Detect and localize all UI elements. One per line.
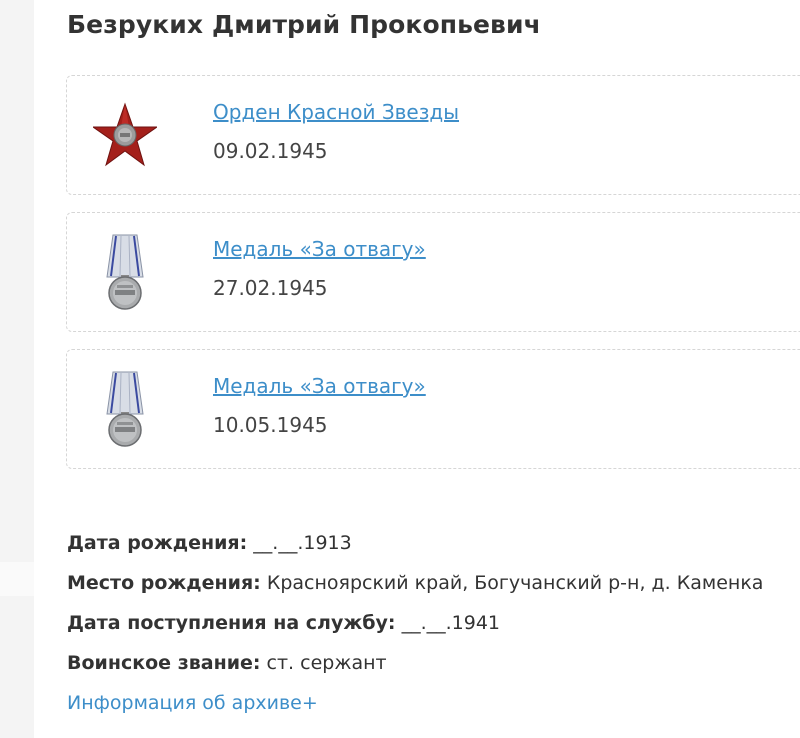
award-link[interactable]: Медаль «За отвагу» <box>213 237 426 261</box>
rank-value: ст. сержант <box>266 652 387 674</box>
person-name-title: Безруких Дмитрий Прокопьевич <box>67 10 541 39</box>
birth-date-value: __.__.1913 <box>253 532 352 554</box>
award-card: Медаль «За отвагу» 27.02.1945 <box>66 212 800 332</box>
red-star-order-icon <box>91 96 159 176</box>
left-sidebar-edge <box>0 0 34 738</box>
bravery-medal-icon <box>93 233 157 313</box>
birth-place-label: Место рождения: <box>67 572 261 594</box>
birth-date-row: Дата рождения: __.__.1913 <box>67 528 797 568</box>
award-link[interactable]: Орден Красной Звезды <box>213 100 459 124</box>
award-date: 10.05.1945 <box>213 413 328 437</box>
service-date-value: __.__.1941 <box>401 612 500 634</box>
bravery-medal-icon <box>93 370 157 450</box>
award-link[interactable]: Медаль «За отвагу» <box>213 374 426 398</box>
rank-row: Воинское звание: ст. сержант <box>67 648 797 688</box>
person-info: Дата рождения: __.__.1913 Место рождения… <box>67 528 797 718</box>
award-date: 27.02.1945 <box>213 276 328 300</box>
birth-date-label: Дата рождения: <box>67 532 248 554</box>
service-date-label: Дата поступления на службу: <box>67 612 396 634</box>
award-card: Орден Красной Звезды 09.02.1945 <box>66 75 800 195</box>
rank-label: Воинское звание: <box>67 652 261 674</box>
award-date: 09.02.1945 <box>213 139 328 163</box>
person-panel: Безруких Дмитрий Прокопьевич Орден Красн… <box>34 0 800 738</box>
archive-info-link[interactable]: Информация об архиве+ <box>67 688 797 718</box>
service-date-row: Дата поступления на службу: __.__.1941 <box>67 608 797 648</box>
birth-place-row: Место рождения: Красноярский край, Богуч… <box>67 568 797 608</box>
birth-place-value: Красноярский край, Богучанский р-н, д. К… <box>266 572 764 594</box>
sidebar-highlight <box>0 562 34 596</box>
award-card: Медаль «За отвагу» 10.05.1945 <box>66 349 800 469</box>
